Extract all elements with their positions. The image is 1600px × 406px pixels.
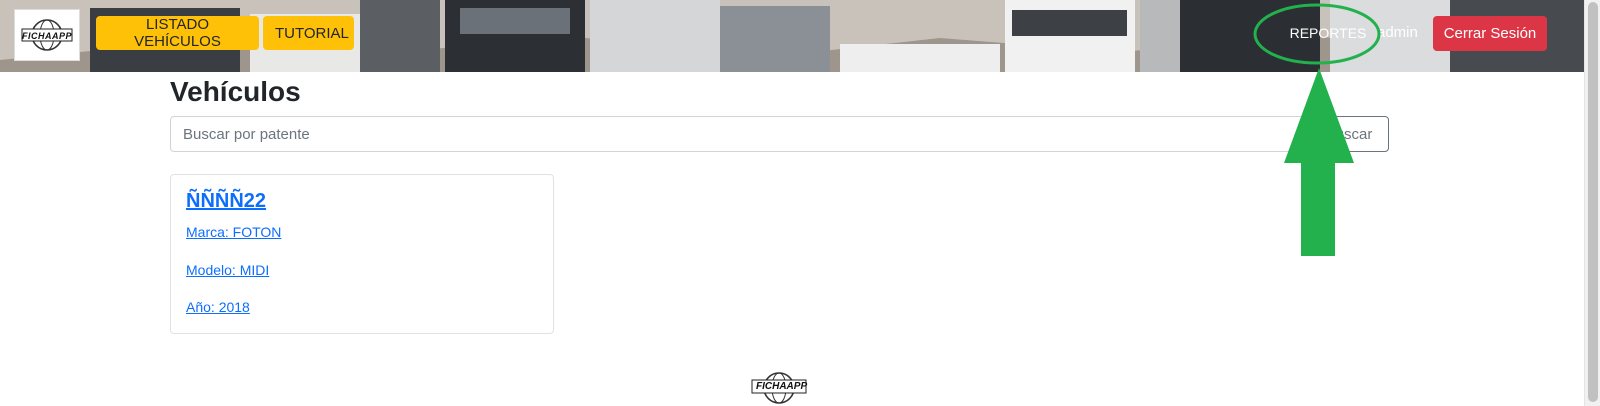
- vertical-scrollbar[interactable]: [1584, 0, 1600, 406]
- vehicle-plate-link[interactable]: ÑÑÑÑ22: [186, 190, 266, 213]
- search-bar: Buscar: [170, 116, 1389, 152]
- vehicle-brand-link[interactable]: Marca: FOTON: [186, 224, 281, 240]
- logo-text: FICHAAPP: [22, 31, 73, 41]
- logout-button[interactable]: Cerrar Sesión: [1433, 16, 1547, 51]
- page-title: Vehículos: [170, 76, 301, 107]
- username-label: admin: [1377, 24, 1418, 41]
- vehicle-model-link[interactable]: Modelo: MIDI: [186, 262, 269, 278]
- nav-tutorial-button[interactable]: TUTORIAL: [263, 16, 354, 50]
- annotation-highlight-ellipse: [1253, 3, 1381, 65]
- scrollbar-thumb[interactable]: [1588, 2, 1598, 402]
- vehicle-year-link[interactable]: Año: 2018: [186, 299, 250, 315]
- nav-listado-vehiculos-button[interactable]: LISTADO VEHÍCULOS: [96, 16, 259, 50]
- vehicle-card: ÑÑÑÑ22 Marca: FOTON Modelo: MIDI Año: 20…: [170, 174, 554, 334]
- footer-logo: FICHAAPP: [748, 364, 810, 406]
- app-logo[interactable]: FICHAAPP: [14, 9, 80, 61]
- arrow-up-icon: [1284, 68, 1354, 256]
- footer-logo-text: FICHAAPP: [756, 381, 808, 392]
- search-input[interactable]: [170, 116, 1389, 152]
